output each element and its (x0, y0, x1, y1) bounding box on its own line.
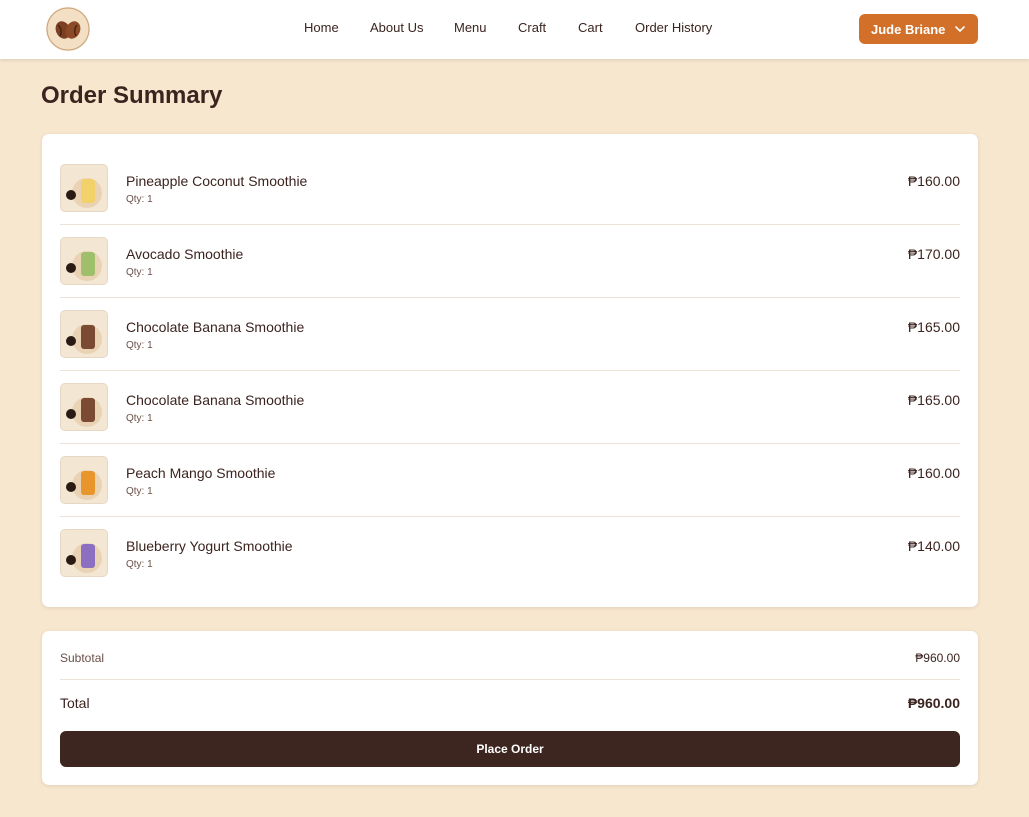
navbar: Home About Us Menu Craft Cart Order Hist… (0, 0, 1029, 59)
product-thumbnail (60, 164, 108, 212)
item-price: ₱165.00 (907, 319, 960, 335)
smoothie-image-icon (61, 384, 107, 430)
page-title: Order Summary (41, 82, 223, 109)
item-quantity: Qty: 1 (126, 486, 153, 497)
order-item: Avocado Smoothie Qty: 1 ₱170.00 (60, 225, 960, 298)
item-price: ₱140.00 (907, 538, 960, 554)
item-quantity: Qty: 1 (126, 340, 153, 351)
nav-cart[interactable]: Cart (578, 20, 603, 35)
place-order-button[interactable]: Place Order (60, 731, 960, 767)
item-price: ₱160.00 (907, 173, 960, 189)
product-thumbnail (60, 456, 108, 504)
nav-about-us[interactable]: About Us (370, 20, 423, 35)
smoothie-image-icon (61, 457, 107, 503)
subtotal-label: Subtotal (60, 651, 105, 665)
item-quantity: Qty: 1 (126, 194, 153, 205)
product-thumbnail (60, 383, 108, 431)
nav-home[interactable]: Home (304, 20, 339, 35)
order-summary-card: Subtotal ₱960.00 Total ₱960.00 Place Ord… (42, 631, 978, 785)
nav-craft[interactable]: Craft (518, 20, 546, 35)
nav-order-history[interactable]: Order History (635, 20, 712, 35)
total-label: Total (60, 695, 90, 711)
chevron-down-icon (955, 26, 965, 33)
subtotal-value: ₱960.00 (915, 651, 960, 665)
order-item: Chocolate Banana Smoothie Qty: 1 ₱165.00 (60, 371, 960, 444)
order-item: Peach Mango Smoothie Qty: 1 ₱160.00 (60, 444, 960, 517)
item-name: Pineapple Coconut Smoothie (126, 173, 308, 189)
user-menu-button[interactable]: Jude Briane (859, 14, 978, 44)
item-quantity: Qty: 1 (126, 413, 153, 424)
item-name: Peach Mango Smoothie (126, 465, 276, 481)
product-thumbnail (60, 529, 108, 577)
smoothie-image-icon (61, 165, 107, 211)
item-price: ₱160.00 (907, 465, 960, 481)
item-name: Chocolate Banana Smoothie (126, 319, 305, 335)
smoothie-image-icon (61, 311, 107, 357)
order-items-card: Pineapple Coconut Smoothie Qty: 1 ₱160.0… (42, 134, 978, 607)
item-quantity: Qty: 1 (126, 559, 153, 570)
order-item: Blueberry Yogurt Smoothie Qty: 1 ₱140.00 (60, 517, 960, 590)
total-value: ₱960.00 (907, 695, 960, 711)
item-name: Avocado Smoothie (126, 246, 244, 262)
subtotal-row: Subtotal ₱960.00 (60, 631, 960, 680)
item-name: Chocolate Banana Smoothie (126, 392, 305, 408)
product-thumbnail (60, 310, 108, 358)
item-price: ₱170.00 (907, 246, 960, 262)
smoothie-image-icon (61, 530, 107, 576)
order-item: Chocolate Banana Smoothie Qty: 1 ₱165.00 (60, 298, 960, 371)
order-item: Pineapple Coconut Smoothie Qty: 1 ₱160.0… (60, 152, 960, 225)
smoothie-image-icon (61, 238, 107, 284)
item-quantity: Qty: 1 (126, 267, 153, 278)
nav-menu-link[interactable]: Menu (454, 20, 487, 35)
item-name: Blueberry Yogurt Smoothie (126, 538, 293, 554)
product-thumbnail (60, 237, 108, 285)
total-row: Total ₱960.00 (60, 680, 960, 724)
item-price: ₱165.00 (907, 392, 960, 408)
user-name: Jude Briane (871, 21, 946, 37)
